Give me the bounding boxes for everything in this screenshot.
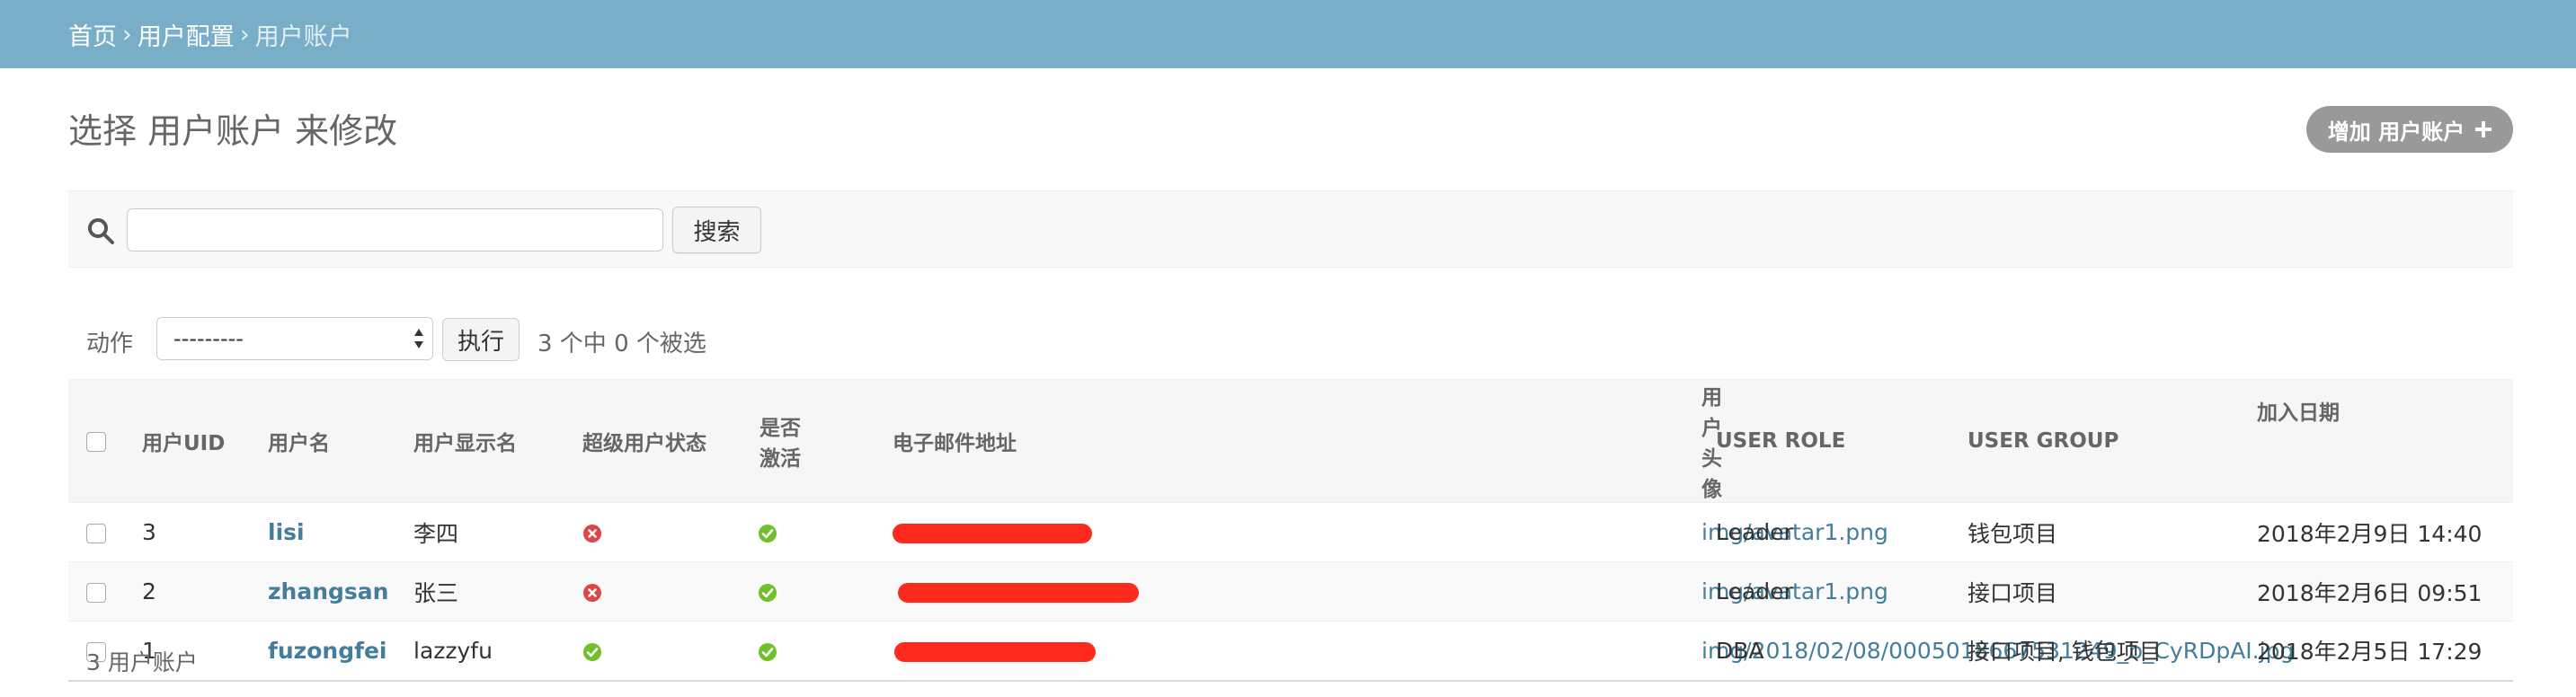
plus-icon [2475, 121, 2492, 137]
column-header-user-group[interactable]: USER GROUP [1968, 379, 2513, 503]
uid-cell: 3 [142, 502, 268, 562]
select-arrows-icon [414, 329, 423, 348]
user-group-text: 接口项目 [1968, 579, 2058, 606]
active-cell [758, 621, 893, 682]
breadcrumb-section-link[interactable]: 用户配置 [138, 17, 235, 52]
column-header-display-name[interactable]: 用户显示名 [413, 379, 573, 503]
no-icon [583, 525, 601, 543]
user-group-text: 钱包项目 [1968, 520, 2058, 547]
superuser-cell [573, 502, 758, 562]
redacted-email [898, 583, 1139, 603]
column-header-superuser[interactable]: 超级用户状态 [573, 379, 758, 503]
username-cell: fuzongfei [268, 621, 413, 682]
table-row[interactable]: 2 zhangsan 张三 img/avatar1.png Leader 接口项目 2018… [68, 561, 2513, 622]
add-button-label: 增加 用户账户 [2327, 119, 2465, 145]
result-count: 3 用户账户 [86, 649, 198, 675]
avatar-cell: img/2018/02/08/0005018667531249_b_CyRDpA… [1549, 621, 2294, 682]
page-title: 选择 用户账户 来修改 [68, 111, 398, 151]
joined-date: 2018年2月9日 14:40 [2257, 520, 2483, 547]
breadcrumb-separator: › [239, 20, 250, 49]
username-cell: zhangsan [268, 561, 413, 622]
email-cell [893, 561, 1549, 622]
user-group-cell: 钱包项目 2018年2月9日 14:40 [1968, 502, 2513, 562]
column-header-avatar[interactable]: 用户头像 [1549, 379, 1722, 503]
result-table: 用户UID 用户名 用户显示名 超级用户状态 是否激活 电子邮件地址 用户头像 … [68, 379, 2513, 682]
username-link[interactable]: fuzongfei [268, 638, 387, 664]
yes-icon [759, 584, 777, 602]
actions-bar: 动作 --------- 执行 3 个中 0 个被选 [68, 314, 2513, 363]
breadcrumb-separator: › [122, 20, 132, 49]
superuser-cell [573, 561, 758, 622]
display-name-cell: 李四 [413, 502, 573, 562]
email-cell [893, 621, 1549, 682]
table-row[interactable]: 1 fuzongfei lazzyfu img/2018/02/08/00050186… [68, 621, 2513, 682]
breadcrumb-current: 用户账户 [254, 22, 352, 51]
select-all-checkbox[interactable] [86, 431, 106, 452]
username-link[interactable]: zhangsan [268, 578, 388, 604]
breadcrumb: 首页 › 用户配置 › 用户账户 [0, 0, 2576, 68]
table-header-row: 用户UID 用户名 用户显示名 超级用户状态 是否激活 电子邮件地址 用户头像 … [68, 379, 2513, 503]
column-header-username[interactable]: 用户名 [268, 379, 413, 503]
column-header-active[interactable]: 是否激活 [758, 379, 893, 503]
display-name-cell: lazzyfu [413, 621, 573, 682]
selection-counter: 3 个中 0 个被选 [537, 331, 706, 357]
username-cell: lisi [268, 502, 413, 562]
row-checkbox[interactable] [86, 524, 106, 543]
avatar-cell: img/avatar1.png [1549, 561, 1888, 622]
add-user-account-button[interactable]: 增加 用户账户 [2306, 106, 2513, 153]
search-toolbar: 搜索 [68, 190, 2513, 268]
joined-date: 2018年2月5日 17:29 [2257, 639, 2483, 666]
actions-label: 动作 [86, 331, 134, 357]
no-icon [583, 584, 601, 602]
row-select-cell [68, 502, 142, 562]
joined-date: 2018年2月6日 09:51 [2257, 579, 2483, 606]
column-header-joined[interactable]: 加入日期 [2257, 379, 2340, 442]
avatar-cell: img/avatar1.png [1549, 502, 1888, 562]
display-name-cell: 张三 [413, 561, 573, 622]
yes-icon [759, 525, 777, 543]
username-link[interactable]: lisi [268, 519, 305, 545]
superuser-cell [573, 621, 758, 682]
search-button[interactable]: 搜索 [672, 207, 761, 253]
yes-icon [583, 642, 601, 661]
action-select[interactable]: --------- [156, 317, 433, 360]
email-cell [893, 502, 1549, 562]
row-select-cell [68, 561, 142, 622]
yes-icon [759, 642, 777, 661]
row-checkbox[interactable] [86, 583, 106, 603]
search-icon [88, 218, 114, 244]
search-input[interactable] [127, 208, 663, 251]
active-cell [758, 561, 893, 622]
breadcrumb-home-link[interactable]: 首页 [68, 17, 117, 52]
redacted-email [894, 641, 1096, 662]
column-header-uid[interactable]: 用户UID [142, 379, 268, 503]
select-all-header [68, 379, 142, 503]
run-action-button[interactable]: 执行 [442, 318, 520, 361]
user-group-cell: 接口项目 2018年2月6日 09:51 [1968, 561, 2513, 622]
user-group-text: 接口项目, 钱包项目 [1968, 639, 2162, 666]
column-header-user-role[interactable]: USER ROLE [1716, 379, 1968, 503]
action-select-value: --------- [173, 326, 244, 351]
redacted-email [893, 524, 1092, 543]
uid-cell: 2 [142, 561, 268, 622]
table-row[interactable]: 3 lisi 李四 img/avatar1.png Leader 钱包项目 2018年2月9… [68, 502, 2513, 562]
column-header-email[interactable]: 电子邮件地址 [893, 379, 1549, 503]
active-cell [758, 502, 893, 562]
